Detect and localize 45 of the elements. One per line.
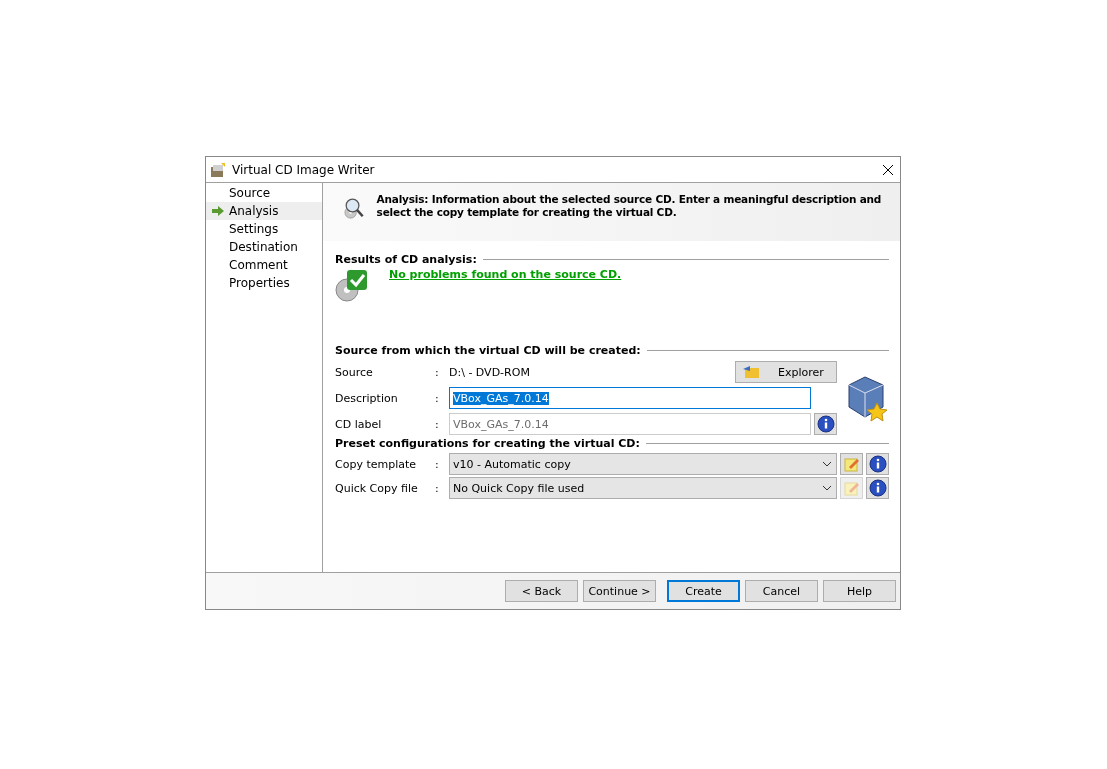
dialog-button[interactable]: Help <box>823 580 896 602</box>
section-heading: Preset configurations for creating the virtual CD: <box>335 437 640 450</box>
header-text: Analysis: Information about the selected source CD. Enter a meaningful description and select the copy template for creating the virtual CD. <box>376 192 883 219</box>
sidebar-item[interactable]: Settings <box>206 220 322 238</box>
sidebar-item[interactable]: Destination <box>206 238 322 256</box>
section-heading: Source from which the virtual CD will be created: <box>335 344 641 357</box>
chevron-icon <box>822 485 832 491</box>
pencil-icon <box>843 456 860 472</box>
field-label: Description <box>335 391 399 405</box>
sidebar-item[interactable]: Source <box>206 184 322 202</box>
info-button[interactable] <box>866 453 889 475</box>
cd-check-icon <box>335 268 369 302</box>
field-label: Quick Copy file <box>335 481 419 495</box>
window-title: Virtual CD Image Writer <box>232 162 376 177</box>
colon-text: : <box>435 457 440 471</box>
source-value: D:\ - DVD-ROM <box>449 365 531 379</box>
info-icon <box>868 479 887 497</box>
dialog-button[interactable]: < Back <box>505 580 578 602</box>
arrow-icon <box>212 206 224 216</box>
field-label: Copy template <box>335 457 418 471</box>
sidebar-item[interactable]: Analysis <box>206 202 322 220</box>
dialog-button[interactable]: Continue > <box>583 580 656 602</box>
colon-text: : <box>435 481 440 495</box>
sidebar-item[interactable]: Properties <box>206 274 322 292</box>
chevron-icon <box>822 461 832 467</box>
close-icon[interactable] <box>882 163 894 176</box>
app-icon <box>210 161 226 178</box>
field-label: Source <box>335 365 374 379</box>
colon-text: : <box>435 417 440 431</box>
info-icon <box>816 415 835 433</box>
dialog-button[interactable]: Create <box>667 580 740 602</box>
text-input[interactable]: VBox_GAs_7.0.14 <box>449 387 811 409</box>
pencil-icon <box>843 480 860 496</box>
dropdown-select[interactable]: No Quick Copy file used <box>449 477 837 499</box>
explorer-button[interactable]: Explorer <box>735 361 837 383</box>
cube-star-icon <box>845 375 889 423</box>
colon-text: : <box>435 391 440 405</box>
dropdown-select[interactable]: v10 - Automatic copy <box>449 453 837 475</box>
sidebar-item[interactable]: Comment <box>206 256 322 274</box>
section-heading: Results of CD analysis: <box>335 253 477 266</box>
info-button[interactable] <box>866 477 889 499</box>
dialog-button[interactable]: Cancel <box>745 580 818 602</box>
field-label: CD label <box>335 417 383 431</box>
colon-text: : <box>435 365 440 379</box>
info-icon <box>868 455 887 473</box>
